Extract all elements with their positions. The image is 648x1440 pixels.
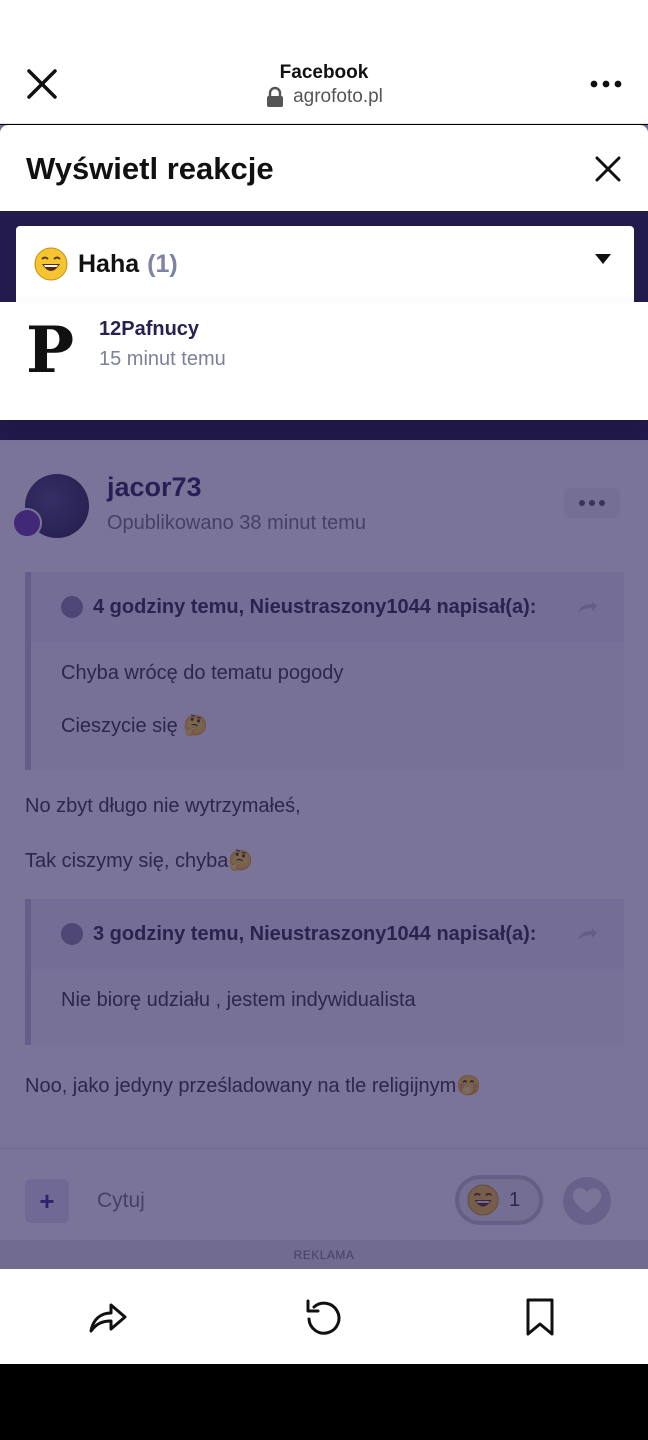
reaction-label: Haha (78, 249, 140, 278)
close-icon[interactable] (592, 153, 624, 185)
system-nav-bar (0, 1364, 648, 1440)
lock-icon (267, 86, 284, 107)
caret-down-icon (595, 254, 611, 264)
post-text-line: Noo, jako jedyny prześladowany na tle re… (25, 1075, 482, 1097)
quote-body: Nie biorę udziału , jestem indywidualist… (31, 969, 624, 1052)
reaction-count: 1 (509, 1188, 521, 1211)
url-text: agrofoto.pl (293, 86, 383, 107)
multiquote-plus-button[interactable]: + (25, 1179, 69, 1223)
reactor-time: 15 minut temu (99, 348, 226, 370)
chevron-down-icon[interactable] (61, 596, 83, 618)
modal-title: Wyświetl reakcje (26, 151, 274, 186)
dot-icon (599, 500, 605, 506)
quote-header-text: 3 godziny temu, Nieustraszony1044 napisa… (93, 922, 537, 945)
more-horizontal-icon[interactable] (586, 66, 626, 102)
reactions-modal: Wyświetl reakcje Haha (1) P 12Pafnucy 15… (0, 125, 648, 420)
quote-line: Cieszycie się 🤔 (61, 715, 209, 737)
chevron-down-icon[interactable] (61, 923, 83, 945)
post-text-line: No zbyt długo nie wytrzymałeś, (25, 795, 301, 817)
quote-body: Chyba wrócę do tematu pogody Cieszycie s… (31, 642, 624, 778)
post-author[interactable]: jacor73 (107, 472, 202, 503)
react-heart-button[interactable] (563, 1177, 611, 1225)
heart-icon (573, 1188, 601, 1213)
share-icon[interactable] (88, 1297, 128, 1337)
reload-icon[interactable] (304, 1297, 344, 1337)
share-arrow-icon[interactable] (576, 927, 598, 941)
quote-header-text: 4 godziny temu, Nieustraszony1044 napisa… (93, 595, 537, 618)
quote-header[interactable]: 4 godziny temu, Nieustraszony1044 napisa… (31, 572, 624, 642)
quote-button[interactable]: Cytuj (97, 1189, 145, 1213)
post-options-button[interactable] (564, 488, 620, 518)
browser-title: Facebook (279, 62, 369, 83)
reactor-name[interactable]: 12Pafnucy (99, 318, 199, 341)
post-timestamp: Opublikowano 38 minut temu (107, 512, 367, 534)
bookmark-icon[interactable] (520, 1297, 560, 1337)
modal-header: Wyświetl reakcje (0, 125, 648, 211)
browser-url[interactable]: agrofoto.pl (0, 86, 648, 108)
forum-post: jacor73 Opublikowano 38 minut temu 4 god… (0, 440, 648, 1240)
quote-line: Chyba wrócę do tematu pogody (61, 662, 344, 684)
laughing-emoji-icon (34, 247, 68, 281)
reaction-count: (1) (147, 249, 178, 278)
dot-icon (579, 500, 585, 506)
reaction-filter-dropdown[interactable]: Haha (1) (16, 226, 634, 302)
quote-header[interactable]: 3 godziny temu, Nieustraszony1044 napisa… (31, 899, 624, 969)
post-footer: + Cytuj 1 (0, 1148, 648, 1238)
reaction-count-button[interactable]: 1 (455, 1175, 543, 1225)
browser-bottom-toolbar (0, 1269, 648, 1364)
browser-header: Facebook agrofoto.pl (0, 0, 648, 124)
quote-line: Nie biorę udziału , jestem indywidualist… (61, 989, 416, 1011)
laughing-emoji-icon (467, 1184, 499, 1216)
share-arrow-icon[interactable] (576, 600, 598, 614)
user-avatar[interactable]: P (22, 316, 78, 380)
avatar-letter: P (26, 316, 74, 380)
quote-block: 4 godziny temu, Nieustraszony1044 napisa… (25, 572, 624, 770)
reactor-list: P 12Pafnucy 15 minut temu (0, 302, 648, 420)
dot-icon (589, 500, 595, 506)
ad-label: REKLAMA (0, 1240, 648, 1269)
rank-badge-icon (12, 508, 42, 538)
post-text-line: Tak ciszymy się, chyba🤔 (25, 850, 254, 872)
quote-block: 3 godziny temu, Nieustraszony1044 napisa… (25, 899, 624, 1045)
